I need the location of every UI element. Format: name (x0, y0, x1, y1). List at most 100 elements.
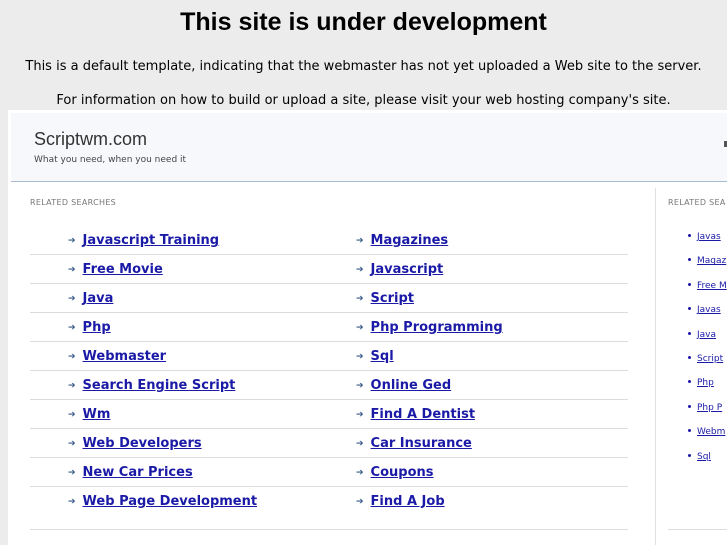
search-link-label[interactable]: Web Developers (83, 436, 202, 451)
list-item[interactable]: Javas (688, 305, 727, 329)
search-link[interactable]: ➔ New Car Prices (68, 458, 193, 486)
sidebar-link[interactable]: Javas (697, 305, 721, 315)
bullet-icon (688, 380, 691, 384)
arrow-right-icon: ➔ (356, 380, 364, 390)
search-link[interactable]: ➔ Script (356, 284, 414, 312)
search-link[interactable]: ➔ Wm (68, 400, 110, 428)
table-row: ➔ Web Page Development ➔ Find A Job (30, 487, 628, 515)
sidebar-link[interactable]: Javas (697, 232, 721, 242)
list-item[interactable]: Sql (688, 452, 727, 476)
search-link[interactable]: ➔ Online Ged (356, 371, 451, 399)
table-row: ➔ Wm ➔ Find A Dentist (30, 400, 628, 429)
sidebar-link[interactable]: Php (697, 378, 714, 388)
search-link[interactable]: ➔ Free Movie (68, 255, 163, 283)
sidebar-link[interactable]: Webm (697, 427, 725, 437)
table-row: ➔ Web Developers ➔ Car Insurance (30, 429, 628, 458)
arrow-right-icon: ➔ (68, 496, 76, 506)
sidebar-link[interactable]: Script (697, 354, 723, 364)
arrow-right-icon: ➔ (356, 322, 364, 332)
search-link[interactable]: ➔ Java (68, 284, 113, 312)
search-link[interactable]: ➔ Webmaster (68, 342, 166, 370)
arrow-right-icon: ➔ (356, 264, 364, 274)
search-link-label[interactable]: Find A Job (371, 494, 445, 509)
sidebar-link[interactable]: Free M (697, 281, 727, 291)
parked-page-frame: Scriptwm.com What you need, when you nee… (8, 110, 727, 545)
search-link-label[interactable]: Magazines (371, 233, 449, 248)
search-link-label[interactable]: New Car Prices (83, 465, 193, 480)
search-link-label[interactable]: Javascript Training (83, 233, 220, 248)
bullet-icon (688, 404, 691, 408)
arrow-right-icon: ➔ (68, 264, 76, 274)
table-row: ➔ Webmaster ➔ Sql (30, 342, 628, 371)
search-link[interactable]: ➔ Search Engine Script (68, 371, 235, 399)
arrow-right-icon: ➔ (356, 351, 364, 361)
related-searches-list: ➔ Javascript Training ➔ Magazines ➔ Free Mo… (30, 226, 628, 515)
search-link[interactable]: ➔ Sql (356, 342, 394, 370)
search-link-label[interactable]: Online Ged (371, 378, 452, 393)
sidebar-link[interactable]: Java (697, 330, 716, 340)
list-bottom-divider (30, 529, 628, 530)
search-link-label[interactable]: Script (371, 291, 414, 306)
search-link[interactable]: ➔ Php Programming (356, 313, 503, 341)
arrow-right-icon: ➔ (68, 322, 76, 332)
sidebar-link[interactable]: Sql (697, 452, 711, 462)
arrow-right-icon: ➔ (356, 293, 364, 303)
related-searches-title: RELATED SEARCHES (30, 198, 117, 207)
arrow-right-icon: ➔ (68, 293, 76, 303)
search-link[interactable]: ➔ Javascript Training (68, 226, 219, 254)
sidebar-link[interactable]: Magaz (697, 256, 726, 266)
sidebar-related-list: Javas Magaz Free M Javas Java Script Php… (688, 232, 727, 476)
bullet-icon (688, 307, 691, 311)
arrow-right-icon: ➔ (356, 438, 364, 448)
list-item[interactable]: Php (688, 378, 727, 402)
search-link[interactable]: ➔ Php (68, 313, 111, 341)
search-link-label[interactable]: Search Engine Script (83, 378, 236, 393)
arrow-right-icon: ➔ (356, 496, 364, 506)
search-link[interactable]: ➔ Coupons (356, 458, 434, 486)
search-link-label[interactable]: Find A Dentist (371, 407, 476, 422)
bullet-icon (688, 453, 691, 457)
search-link-label[interactable]: Car Insurance (371, 436, 472, 451)
search-link-label[interactable]: Php (83, 320, 111, 335)
search-link[interactable]: ➔ Find A Job (356, 487, 445, 515)
search-link-label[interactable]: Webmaster (83, 349, 167, 364)
list-item[interactable]: Script (688, 354, 727, 378)
search-link-label[interactable]: Coupons (371, 465, 434, 480)
site-name: Scriptwm.com (34, 129, 148, 149)
list-item[interactable]: Magaz (688, 256, 727, 280)
search-link[interactable]: ➔ Find A Dentist (356, 400, 475, 428)
arrow-right-icon: ➔ (356, 467, 364, 477)
banner-message-2: For information on how to build or uploa… (56, 93, 671, 108)
arrow-right-icon: ➔ (356, 409, 364, 419)
table-row: ➔ Free Movie ➔ Javascript (30, 255, 628, 284)
list-item[interactable]: Php P (688, 403, 727, 427)
arrow-right-icon: ➔ (68, 380, 76, 390)
search-link-label[interactable]: Web Page Development (83, 494, 258, 509)
arrow-right-icon: ➔ (68, 235, 76, 245)
list-item[interactable]: Free M (688, 281, 727, 305)
search-link-label[interactable]: Wm (83, 407, 111, 422)
search-link-label[interactable]: Javascript (371, 262, 444, 277)
sidebar-link[interactable]: Php P (697, 403, 722, 413)
arrow-right-icon: ➔ (68, 409, 76, 419)
bullet-icon (688, 331, 691, 335)
sidebar-bottom-divider (668, 529, 727, 530)
arrow-right-icon: ➔ (68, 467, 76, 477)
search-link[interactable]: ➔ Car Insurance (356, 429, 472, 457)
sidebar-related-title: RELATED SEA (668, 198, 726, 207)
search-link-label[interactable]: Sql (371, 349, 394, 364)
search-link[interactable]: ➔ Magazines (356, 226, 448, 254)
search-link[interactable]: ➔ Web Page Development (68, 487, 257, 515)
search-link-label[interactable]: Java (83, 291, 114, 306)
list-item[interactable]: Javas (688, 232, 727, 256)
search-link[interactable]: ➔ Web Developers (68, 429, 202, 457)
search-link[interactable]: ➔ Javascript (356, 255, 443, 283)
list-item[interactable]: Webm (688, 427, 727, 451)
table-row: ➔ Javascript Training ➔ Magazines (30, 226, 628, 255)
search-link-label[interactable]: Php Programming (371, 320, 503, 335)
arrow-right-icon: ➔ (356, 235, 364, 245)
bullet-icon (688, 282, 691, 286)
list-item[interactable]: Java (688, 330, 727, 354)
search-link-label[interactable]: Free Movie (83, 262, 163, 277)
table-row: ➔ Search Engine Script ➔ Online Ged (30, 371, 628, 400)
